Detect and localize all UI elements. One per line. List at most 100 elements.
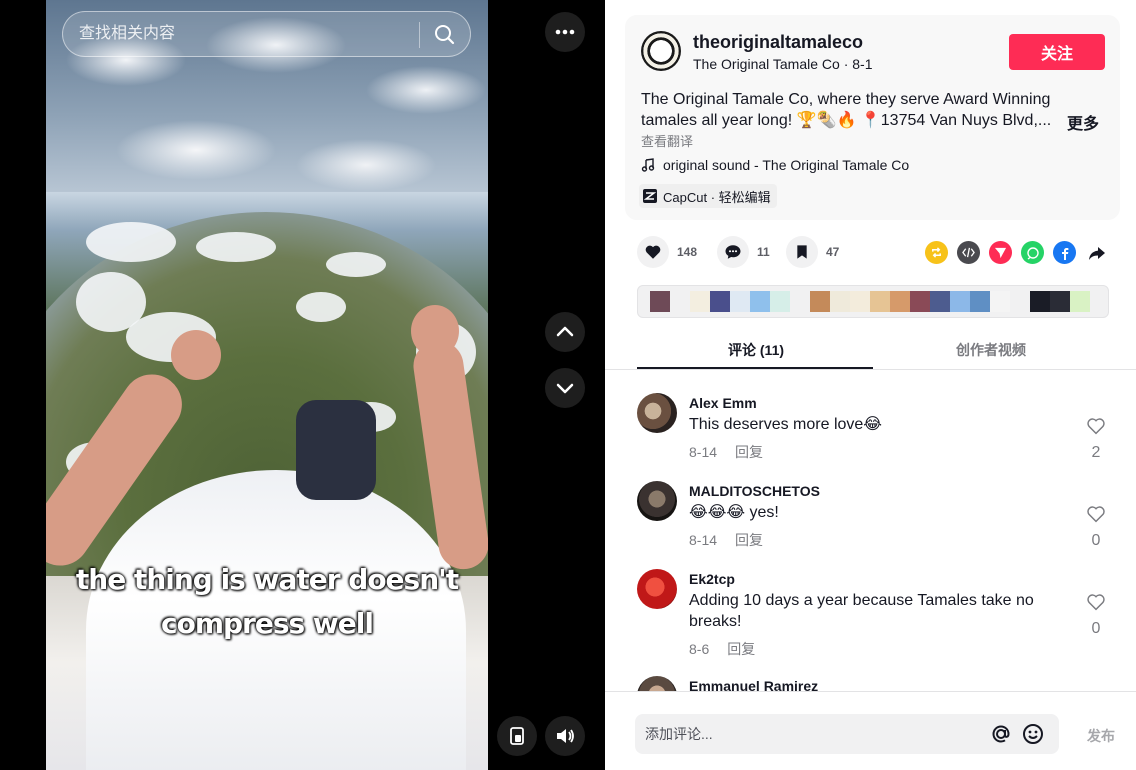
- commenter-avatar[interactable]: [637, 481, 677, 521]
- heart-outline-icon: [1087, 594, 1105, 611]
- comment-meta: 8-14 回复: [689, 442, 763, 462]
- commenter-name[interactable]: Alex Emm: [689, 395, 757, 411]
- author-avatar[interactable]: [641, 31, 681, 71]
- save-count: 47: [826, 245, 840, 259]
- author-username[interactable]: theoriginaltamaleco: [693, 32, 863, 53]
- search-bar[interactable]: [62, 11, 471, 57]
- heart-outline-icon: [1087, 418, 1105, 435]
- search-icon[interactable]: [431, 21, 459, 49]
- palette-swatch: [1070, 291, 1090, 312]
- palette-swatch: [930, 291, 950, 312]
- heart-icon: [645, 245, 661, 259]
- comment-count: 11: [757, 245, 770, 259]
- send-to-friends-button[interactable]: [989, 241, 1012, 264]
- palette-swatch: [730, 291, 750, 312]
- comment-button[interactable]: 11: [717, 236, 770, 268]
- palette-swatch: [750, 291, 770, 312]
- more-dots-icon: [555, 29, 575, 35]
- video-player[interactable]: the thing is water doesn't compress well: [0, 0, 605, 770]
- reply-button[interactable]: 回复: [735, 532, 763, 548]
- comment-input[interactable]: [645, 724, 975, 744]
- capcut-label: CapCut · 轻松编辑: [663, 189, 771, 205]
- comment-like-count: 0: [1091, 532, 1101, 549]
- commenter-avatar[interactable]: [637, 393, 677, 433]
- volume-button[interactable]: [545, 716, 585, 756]
- more-share-button[interactable]: [1085, 241, 1108, 264]
- palette-swatch: [950, 291, 970, 312]
- commenter-avatar[interactable]: [637, 676, 677, 691]
- video-description: The Original Tamale Co, where they serve…: [641, 91, 1052, 129]
- palette-swatch: [910, 291, 930, 312]
- palette-swatch: [990, 291, 1010, 312]
- embed-button[interactable]: [957, 241, 980, 264]
- heart-outline-icon: [1087, 506, 1105, 523]
- post-comment-button[interactable]: 发布: [1087, 726, 1115, 746]
- comment-like-button[interactable]: 0: [1085, 505, 1107, 550]
- palette-swatch: [830, 291, 850, 312]
- previous-video-button[interactable]: [545, 312, 585, 352]
- comment-input-box[interactable]: [635, 714, 1059, 754]
- commenter-name[interactable]: Ek2tcp: [689, 571, 735, 587]
- capcut-badge[interactable]: CapCut · 轻松编辑: [639, 184, 777, 208]
- emoji-icon[interactable]: [1021, 722, 1045, 746]
- follow-button[interactable]: 关注: [1009, 34, 1105, 70]
- comment-text: Adding 10 days a year because Tamales ta…: [689, 592, 1034, 630]
- comment-text: 😂😂😂 yes!: [689, 504, 779, 521]
- palette-swatch: [970, 291, 990, 312]
- reply-button[interactable]: 回复: [735, 444, 763, 460]
- video-info-card: theoriginaltamaleco The Original Tamale …: [625, 15, 1120, 220]
- comment-date: 8-14: [689, 444, 718, 460]
- tab-creator-videos[interactable]: 创作者视频: [956, 340, 1026, 360]
- capcut-icon: [643, 189, 657, 203]
- comment-date: 8-14: [689, 532, 718, 548]
- whatsapp-icon: [1026, 246, 1039, 259]
- comment-like-button[interactable]: 0: [1085, 593, 1107, 638]
- app-root: the thing is water doesn't compress well: [0, 0, 1136, 770]
- palette-swatch: [650, 291, 670, 312]
- video-frame[interactable]: the thing is water doesn't compress well: [46, 0, 488, 770]
- translate-link[interactable]: 查看翻译: [641, 131, 693, 150]
- comment-date: 8-6: [689, 641, 710, 657]
- palette-swatch: [890, 291, 910, 312]
- video-caption-line-2: compress well: [161, 607, 374, 640]
- detail-panel: theoriginaltamaleco The Original Tamale …: [605, 0, 1136, 770]
- whatsapp-share-button[interactable]: [1021, 241, 1044, 264]
- mention-icon[interactable]: [989, 722, 1013, 746]
- comment-composer: 发布: [605, 691, 1136, 770]
- like-count: 148: [677, 245, 698, 259]
- comment-list[interactable]: Alex Emm This deserves more love😂 8-14 回复…: [605, 371, 1136, 691]
- mini-player-button[interactable]: [497, 716, 537, 756]
- palette-swatch: [870, 291, 890, 312]
- search-input[interactable]: [79, 22, 409, 46]
- palette-swatch: [710, 291, 730, 312]
- like-button[interactable]: 148: [637, 236, 697, 268]
- save-button[interactable]: 47: [786, 236, 839, 268]
- reply-button[interactable]: 回复: [727, 641, 755, 657]
- palette-swatch: [1030, 291, 1050, 312]
- repost-button[interactable]: [925, 241, 948, 264]
- search-divider: [419, 22, 420, 48]
- next-video-button[interactable]: [545, 368, 585, 408]
- author-display-name[interactable]: The Original Tamale Co: [693, 56, 840, 72]
- more-options-button[interactable]: [545, 12, 585, 52]
- comment-like-button[interactable]: 2: [1085, 417, 1107, 462]
- more-description-link[interactable]: 更多: [1067, 110, 1099, 134]
- facebook-share-button[interactable]: [1053, 241, 1076, 264]
- commenter-name[interactable]: Emmanuel Ramirez: [689, 678, 818, 691]
- comment-like-count: 2: [1091, 444, 1101, 461]
- palette-swatch: [690, 291, 710, 312]
- volume-icon: [557, 729, 574, 743]
- comment-meta: 8-6 回复: [689, 639, 755, 659]
- paper-plane-icon: [994, 247, 1007, 259]
- tab-comments[interactable]: 评论 (11): [728, 340, 784, 360]
- panel-tabs: 评论 (11) 创作者视频: [605, 330, 1136, 370]
- chevron-up-icon: [556, 326, 574, 337]
- commenter-name[interactable]: MALDITOSCHETOS: [689, 483, 820, 499]
- music-link[interactable]: original sound - The Original Tamale Co: [641, 157, 909, 173]
- share-arrow-icon: [1088, 246, 1105, 260]
- music-label: original sound - The Original Tamale Co: [663, 157, 910, 173]
- comment-text: This deserves more love😂: [689, 416, 882, 433]
- commenter-avatar[interactable]: [637, 569, 677, 609]
- repost-icon: [932, 247, 941, 258]
- palette-swatch: [770, 291, 790, 312]
